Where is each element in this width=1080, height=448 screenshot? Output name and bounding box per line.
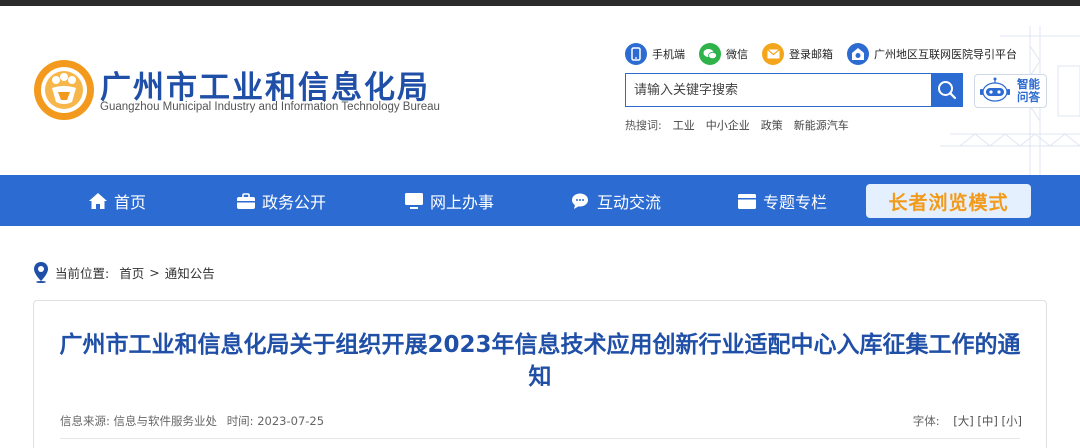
breadcrumb-home[interactable]: 首页 xyxy=(119,263,144,282)
search-button[interactable] xyxy=(931,73,963,107)
hot-keyword[interactable]: 政策 xyxy=(761,117,783,133)
nav-label-online-services: 网上办事 xyxy=(430,192,495,212)
mail-icon xyxy=(762,43,784,65)
font-size-medium[interactable]: [中] xyxy=(977,414,997,428)
elder-mode-button[interactable]: 长者浏览模式 xyxy=(866,184,1031,218)
hot-search-label: 热搜词: xyxy=(625,119,662,132)
ai-qa-button[interactable]: 智能 问答 xyxy=(974,74,1047,108)
hot-keyword[interactable]: 新能源汽车 xyxy=(794,117,849,133)
quick-link-hospital[interactable]: 广州地区互联网医院导引平台 xyxy=(847,43,1017,65)
quick-link-mobile-label: 手机端 xyxy=(652,48,685,61)
main-nav: 首页 政务公开 网上办事 互动交流 专题专栏 长者浏览模式 xyxy=(0,175,1080,226)
quick-link-mail-label: 登录邮箱 xyxy=(789,48,833,61)
time-label: 时间: xyxy=(226,414,254,428)
ai-label-line2: 问答 xyxy=(1017,90,1040,104)
ai-qa-label: 智能 问答 xyxy=(1017,78,1040,104)
search-bar xyxy=(625,73,963,107)
hot-search-words: 热搜词: 工业 中小企业 政策 新能源汽车 xyxy=(625,117,860,133)
breadcrumb-notices[interactable]: 通知公告 xyxy=(165,263,215,282)
nav-item-home[interactable]: 首页 xyxy=(88,175,146,226)
quick-link-mobile[interactable]: 手机端 xyxy=(625,43,685,65)
font-size-label: 字体: xyxy=(912,414,940,428)
site-subtitle: Guangzhou Municipal Industry and Informa… xyxy=(100,101,440,113)
source-label: 信息来源: xyxy=(60,414,110,428)
font-size-large[interactable]: [大] xyxy=(953,414,973,428)
font-size-switcher: 字体: [大] [中] [小] xyxy=(913,413,1022,429)
article-meta: 信息来源: 信息与软件服务业处 时间: 2023-07-25 xyxy=(60,413,324,429)
wechat-icon xyxy=(699,43,721,65)
search-input[interactable] xyxy=(625,73,931,107)
article-card: 广州市工业和信息化局关于组织开展2023年信息技术应用创新行业适配中心入库征集工… xyxy=(33,300,1047,448)
quick-links: 手机端 微信 登录邮箱 广州地区互联网医院导引平台 xyxy=(625,42,1031,66)
chat-icon xyxy=(571,192,591,210)
home-icon xyxy=(88,192,108,210)
nav-label-gov-info: 政务公开 xyxy=(262,192,327,212)
source-value: 信息与软件服务业处 xyxy=(113,414,218,428)
quick-link-mail[interactable]: 登录邮箱 xyxy=(762,43,833,65)
calendar-icon xyxy=(737,192,757,210)
nav-item-special-topics[interactable]: 专题专栏 xyxy=(737,175,827,226)
breadcrumb: 当前位置: 首页 > 通知公告 xyxy=(33,260,215,284)
time-value: 2023-07-25 xyxy=(257,414,325,428)
search-icon xyxy=(938,81,957,100)
location-pin-icon xyxy=(34,262,48,283)
hospital-icon xyxy=(847,43,869,65)
quick-link-hospital-label: 广州地区互联网医院导引平台 xyxy=(874,48,1017,61)
quick-link-wechat[interactable]: 微信 xyxy=(699,43,748,65)
nav-label-home: 首页 xyxy=(114,192,147,212)
article-title: 广州市工业和信息化局关于组织开展2023年信息技术应用创新行业适配中心入库征集工… xyxy=(59,332,1021,390)
nav-label-interaction: 互动交流 xyxy=(597,192,662,212)
meta-divider xyxy=(60,438,1020,439)
briefcase-icon xyxy=(236,192,256,210)
quick-link-wechat-label: 微信 xyxy=(726,48,748,61)
hot-keyword[interactable]: 中小企业 xyxy=(706,117,750,133)
nav-item-gov-info[interactable]: 政务公开 xyxy=(236,175,326,226)
breadcrumb-separator: > xyxy=(149,264,160,280)
hot-keyword[interactable]: 工业 xyxy=(673,117,695,133)
monitor-icon xyxy=(404,192,424,210)
mobile-icon xyxy=(625,43,647,65)
breadcrumb-label: 当前位置: xyxy=(55,265,110,281)
robot-icon xyxy=(980,77,1010,102)
site-header: 广州市工业和信息化局 Guangzhou Municipal Industry … xyxy=(0,6,1080,175)
nav-item-interaction[interactable]: 互动交流 xyxy=(571,175,661,226)
nav-item-online-services[interactable]: 网上办事 xyxy=(404,175,494,226)
font-size-small[interactable]: [小] xyxy=(1002,414,1022,428)
bureau-logo-icon xyxy=(34,60,94,120)
nav-label-special-topics: 专题专栏 xyxy=(763,192,828,212)
